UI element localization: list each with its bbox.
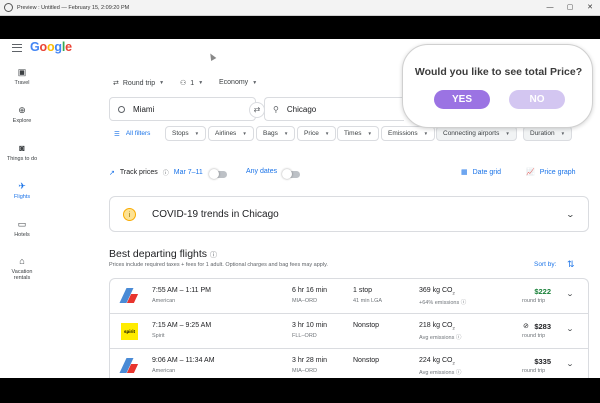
info-icon: ⓘ [209, 252, 217, 259]
sidebar-item-hotels[interactable]: ▭ Hotels [0, 219, 44, 238]
sidebar-item-flights[interactable]: ✈ Flights [0, 181, 44, 200]
caret-down-icon: ▼ [505, 131, 510, 136]
chevron-down-icon[interactable]: ⌄ [566, 290, 574, 298]
american-logo-icon [121, 358, 137, 374]
round-trip-icon: ⇄ [113, 80, 119, 87]
destination-field[interactable]: ⚲ Chicago [264, 97, 404, 121]
flight-price: $335 [534, 357, 551, 366]
mouse-cursor [207, 51, 217, 62]
info-icon: ⓘ [455, 370, 462, 376]
chevron-down-icon: ⌄ [565, 209, 576, 219]
graph-icon: 📈 [526, 169, 535, 176]
filter-duration[interactable]: Duration ▼ [523, 126, 573, 141]
caret-down-icon: ▼ [367, 131, 372, 136]
sidebar-item-explore[interactable]: ⊕ Explore [0, 105, 44, 124]
flight-row[interactable]: 7:55 AM – 1:11 PM American 6 hr 16 min M… [110, 279, 588, 314]
flights-list: 7:55 AM – 1:11 PM American 6 hr 16 min M… [109, 278, 589, 378]
close-icon[interactable]: ✕ [580, 0, 600, 16]
any-dates-label: Any dates [246, 168, 278, 175]
no-bag-icon: ⊘ [523, 323, 529, 330]
flight-price: $222 [534, 287, 551, 296]
flight-row[interactable]: spirit 7:15 AM – 9:25 AM Spirit 3 hr 10 … [110, 314, 588, 349]
sort-icon[interactable]: ⇅ [567, 259, 575, 270]
window-titlebar: Preview : Untitled — February 15, 2:09:2… [0, 0, 600, 16]
info-icon: i [123, 207, 136, 221]
price-graph-button[interactable]: 📈 Price graph [526, 168, 576, 177]
app-icon [4, 3, 13, 12]
flight-row[interactable]: 9:06 AM – 11:34 AM American 3 hr 28 min … [110, 349, 588, 378]
total-price-popup: Would you like to see total Price? YES N… [402, 44, 593, 128]
airplane-icon: ✈ [18, 181, 26, 191]
all-filters-button[interactable]: ☰ All filters [110, 126, 157, 141]
caret-down-icon: ▼ [198, 80, 204, 86]
calendar-grid-icon: ▦ [461, 169, 468, 176]
any-dates-toggle[interactable] [282, 169, 300, 179]
covid-trends-card[interactable]: i COVID-19 trends in Chicago ⌄ [109, 196, 589, 232]
american-logo-icon [121, 288, 137, 304]
yes-button[interactable]: YES [434, 90, 490, 109]
filter-connecting-airports[interactable]: Connecting airports ▼ [436, 126, 517, 141]
passengers-select[interactable]: ⚇ 1 ▼ [180, 79, 204, 88]
filter-stops[interactable]: Stops ▼ [165, 126, 207, 141]
caret-down-icon: ▼ [423, 131, 429, 136]
caret-down-icon: ▼ [252, 79, 258, 86]
explore-icon: ⊕ [18, 105, 26, 115]
filter-bags[interactable]: Bags ▼ [256, 126, 296, 141]
track-prices: ↗ Track prices ⓘ Mar 7–11 [109, 169, 203, 177]
info-icon: ⓘ [162, 171, 169, 177]
results-subtitle: Prices include required taxes + fees for… [109, 262, 328, 268]
caret-down-icon: ▼ [560, 131, 566, 136]
caret-down-icon: ▼ [324, 131, 330, 136]
track-dates: Mar 7–11 [173, 169, 203, 176]
origin-field[interactable]: Miami [109, 97, 256, 121]
letterbox-top [0, 16, 600, 39]
maximize-icon[interactable]: ▢ [560, 0, 580, 16]
spirit-logo-icon: spirit [121, 323, 138, 340]
luggage-icon: ▣ [17, 67, 27, 77]
filter-times[interactable]: Times ▼ [337, 126, 379, 141]
origin-circle-icon [118, 105, 125, 113]
bed-icon: ▭ [17, 219, 27, 229]
info-icon: ⓘ [460, 300, 467, 306]
caret-down-icon: ▼ [194, 131, 200, 136]
trip-type-select[interactable]: ⇄ Round trip ▼ [113, 79, 165, 88]
caret-down-icon: ▼ [159, 80, 165, 86]
filter-airlines[interactable]: Airlines ▼ [208, 126, 254, 141]
track-dates-toggle[interactable] [209, 169, 227, 179]
sidebar-item-vacation-rentals[interactable]: ⌂ Vacation rentals [0, 256, 44, 281]
chevron-down-icon[interactable]: ⌄ [566, 360, 574, 368]
letterbox-bottom [0, 378, 600, 403]
minimize-icon[interactable]: — [540, 0, 560, 16]
popup-question: Would you like to see total Price? [414, 66, 583, 78]
menu-icon[interactable] [12, 44, 22, 52]
sidebar-item-things-to-do[interactable]: ◙ Things to do [0, 143, 44, 162]
sidebar-item-travel[interactable]: ▣ Travel [0, 67, 44, 86]
google-logo[interactable]: Google [30, 40, 72, 54]
camera-icon: ◙ [19, 143, 25, 153]
filter-emissions[interactable]: Emissions ▼ [381, 126, 436, 141]
caret-down-icon: ▼ [242, 131, 247, 136]
location-pin-icon: ⚲ [273, 104, 279, 114]
sort-by-label[interactable]: Sort by: [534, 261, 556, 268]
no-button[interactable]: NO [509, 90, 565, 109]
trending-icon: ↗ [109, 169, 115, 177]
info-icon: ⓘ [455, 335, 462, 341]
results-title: Best departing flights ⓘ [109, 248, 217, 260]
house-icon: ⌂ [19, 256, 25, 266]
flight-price: $283 [534, 322, 551, 331]
caret-down-icon: ▼ [283, 131, 289, 136]
flights-page: Google ▣ Travel ⊕ Explore ◙ Things to do… [0, 39, 600, 378]
person-icon: ⚇ [180, 80, 187, 87]
swap-icon[interactable]: ⇄ [249, 102, 265, 118]
filter-price[interactable]: Price ▼ [297, 126, 337, 141]
cabin-select[interactable]: Economy ▼ [219, 79, 257, 86]
chevron-down-icon[interactable]: ⌄ [566, 325, 574, 333]
window-title: Preview : Untitled — February 15, 2:09:2… [17, 4, 130, 11]
date-grid-button[interactable]: ▦ Date grid [461, 168, 501, 177]
filter-icon: ☰ [114, 130, 120, 138]
